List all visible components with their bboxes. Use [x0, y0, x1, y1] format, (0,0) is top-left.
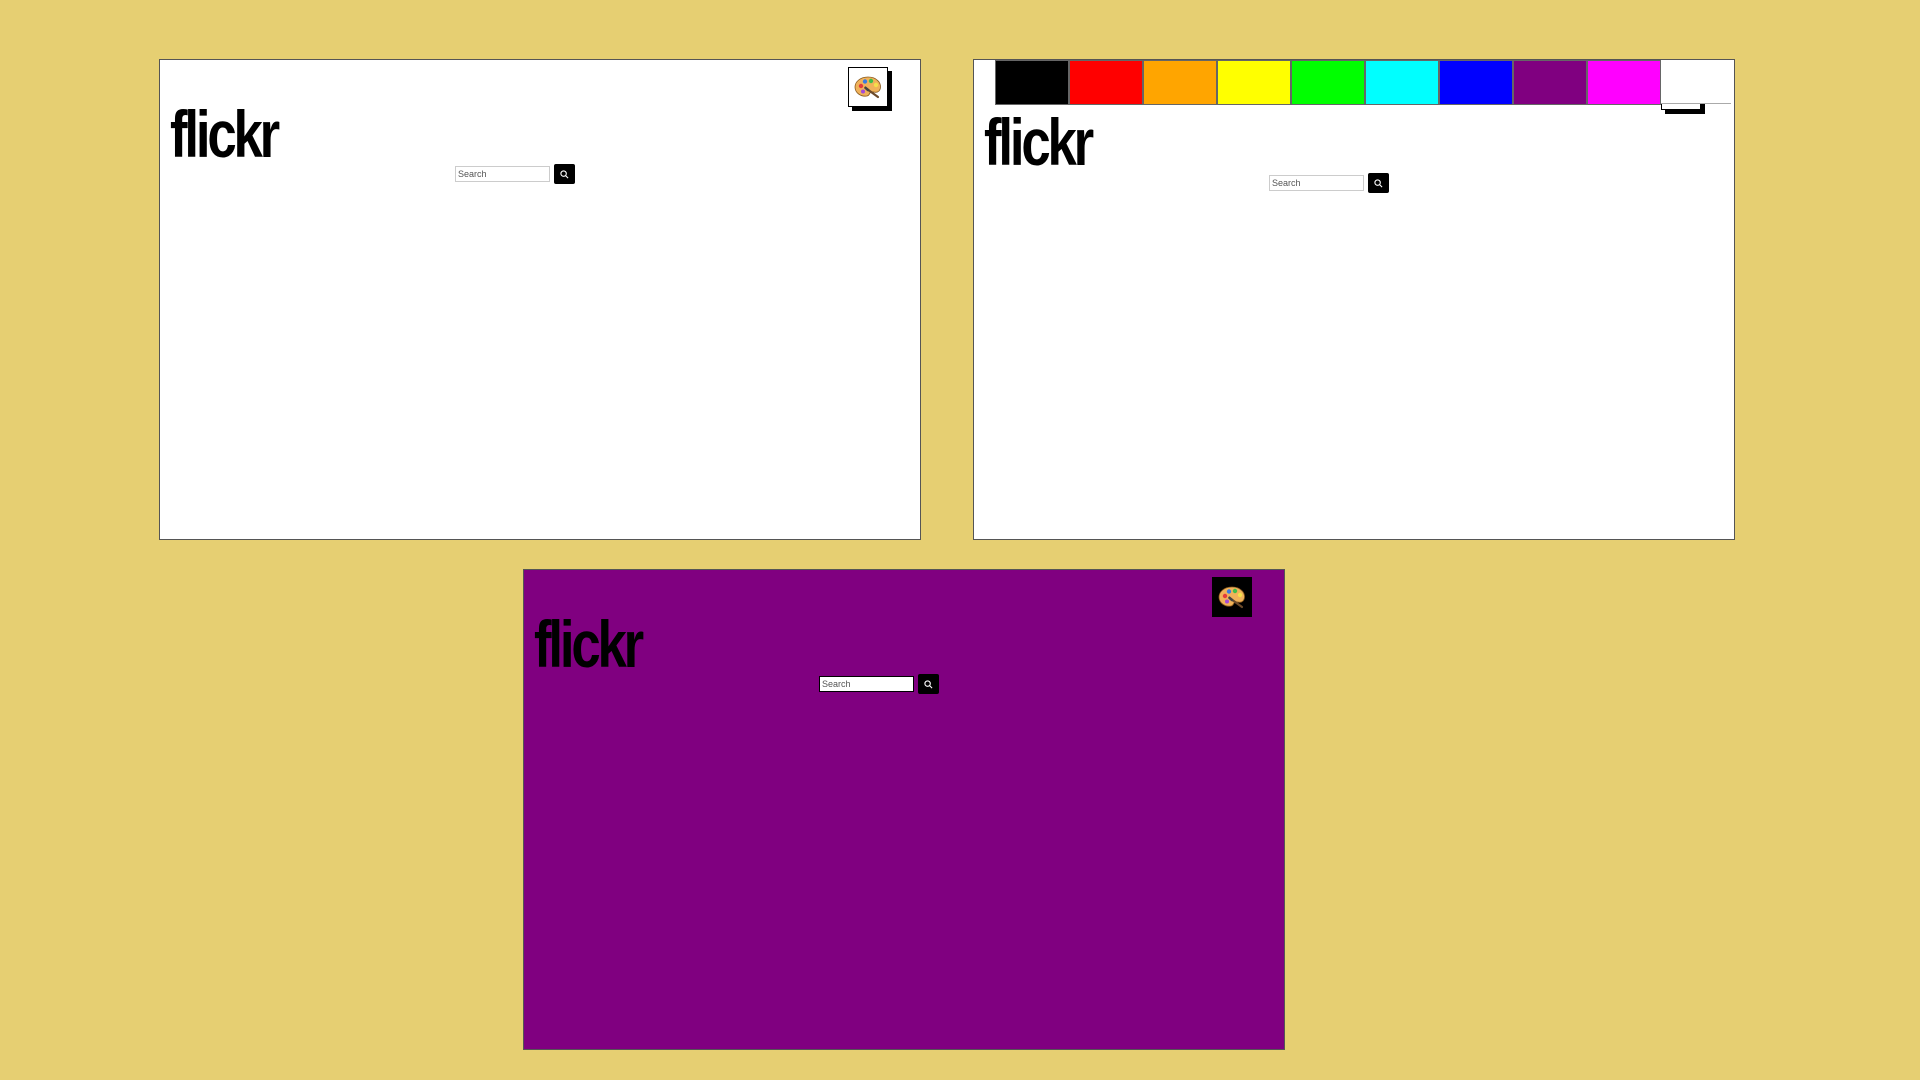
color-swatch-1[interactable]: [995, 60, 1069, 105]
color-swatch-7[interactable]: [1439, 60, 1513, 105]
search-icon: [1374, 178, 1383, 187]
browser-panel-palette-open: flickr: [973, 59, 1735, 540]
browser-panel-default: flickr: [159, 59, 921, 540]
search-input[interactable]: [1269, 175, 1364, 191]
search-button[interactable]: [1368, 173, 1389, 193]
theme-palette-button[interactable]: [848, 67, 888, 107]
browser-panel-purple-theme: flickr: [523, 569, 1285, 1050]
flickr-logo[interactable]: flickr: [534, 611, 644, 677]
color-swatch-4[interactable]: [1217, 60, 1291, 105]
flickr-logo[interactable]: flickr: [170, 101, 280, 167]
color-swatch-9[interactable]: [1587, 60, 1661, 105]
color-swatch-8[interactable]: [1513, 60, 1587, 105]
search-button[interactable]: [918, 674, 939, 694]
theme-palette-button[interactable]: [1212, 577, 1252, 617]
color-swatch-6[interactable]: [1365, 60, 1439, 105]
search-icon: [560, 169, 569, 178]
search-icon: [924, 679, 933, 688]
search-input[interactable]: [819, 676, 914, 692]
search-button[interactable]: [554, 164, 575, 184]
flickr-logo[interactable]: flickr: [984, 109, 1094, 175]
color-swatch-5[interactable]: [1291, 60, 1365, 105]
palette-icon: [1218, 586, 1245, 609]
search-form: [1269, 173, 1389, 193]
search-form: [819, 674, 939, 694]
color-swatch-3[interactable]: [1143, 60, 1217, 105]
color-swatch-strip-end: [1661, 60, 1731, 104]
search-input[interactable]: [455, 166, 550, 182]
search-form: [455, 164, 575, 184]
color-swatch-2[interactable]: [1069, 60, 1143, 105]
palette-icon: [854, 76, 881, 99]
color-swatch-strip: [995, 60, 1731, 105]
